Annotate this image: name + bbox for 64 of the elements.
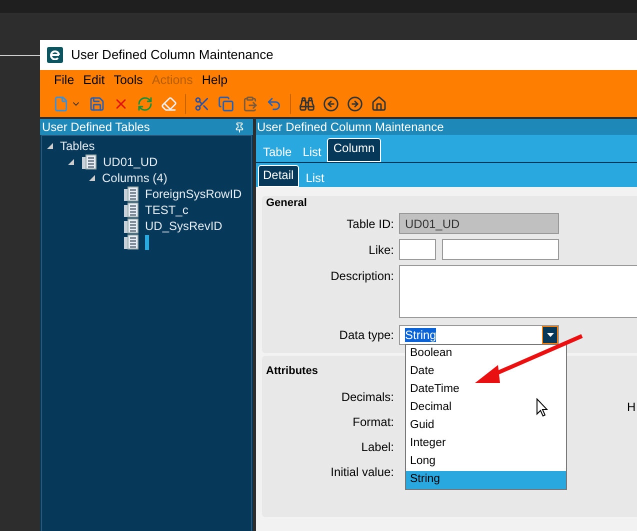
dropdown-button[interactable] bbox=[542, 326, 558, 344]
dropdown-option[interactable]: Boolean bbox=[406, 345, 566, 363]
field-label: Initial value: bbox=[330, 464, 395, 481]
paste-icon[interactable] bbox=[242, 96, 258, 112]
refresh-icon[interactable] bbox=[137, 96, 153, 112]
select-value: String bbox=[405, 328, 436, 342]
table-icon bbox=[123, 218, 139, 234]
tree-item[interactable]: Tables bbox=[60, 137, 95, 155]
binoculars-icon[interactable] bbox=[299, 96, 315, 112]
field-label: Label: bbox=[360, 439, 395, 456]
tree-edit-field[interactable] bbox=[145, 234, 149, 250]
menu-item[interactable]: Tools bbox=[114, 70, 143, 90]
field-label: Data type: bbox=[338, 327, 395, 344]
tab[interactable]: Column bbox=[327, 138, 381, 162]
field-label: Table ID: bbox=[346, 216, 395, 232]
panel-title: User Defined Tables bbox=[42, 119, 150, 136]
field-label: Like: bbox=[368, 242, 395, 258]
dropdown-option[interactable]: Long bbox=[406, 453, 566, 471]
field-label: Decimals: bbox=[340, 389, 395, 406]
dropdown-option[interactable]: Integer bbox=[406, 435, 566, 453]
undo-icon[interactable] bbox=[266, 96, 282, 112]
like-field[interactable] bbox=[399, 239, 436, 260]
mouse-cursor-icon bbox=[536, 398, 548, 417]
tree-item[interactable]: Columns (4) bbox=[102, 169, 168, 187]
field-label: Description: bbox=[330, 268, 395, 285]
window-title: User Defined Column Maintenance bbox=[71, 46, 274, 64]
copy-icon[interactable] bbox=[218, 96, 234, 112]
tree-item[interactable]: UD_SysRevID bbox=[145, 217, 222, 235]
forward-icon[interactable] bbox=[347, 96, 363, 112]
table-icon bbox=[123, 202, 139, 218]
tree-item[interactable]: TEST_c bbox=[145, 201, 188, 219]
expand-arrow-icon[interactable] bbox=[67, 158, 75, 166]
menu-item[interactable]: Help bbox=[202, 70, 228, 90]
description-field[interactable] bbox=[399, 265, 637, 318]
dropdown-option[interactable]: Decimal bbox=[406, 399, 566, 417]
app-logo-icon bbox=[47, 47, 63, 63]
table-icon bbox=[81, 154, 97, 170]
back-icon[interactable] bbox=[323, 96, 339, 112]
eraser-icon[interactable] bbox=[161, 96, 177, 112]
home-icon[interactable] bbox=[371, 96, 387, 112]
field-label: Format: bbox=[352, 414, 395, 431]
dropdown-option[interactable]: Date bbox=[406, 363, 566, 381]
tree-item[interactable]: UD01_UD bbox=[103, 153, 158, 171]
save-icon[interactable] bbox=[89, 96, 105, 112]
group-title: Attributes bbox=[266, 365, 318, 377]
menu-item[interactable]: File bbox=[54, 70, 74, 90]
dropdown-option[interactable]: Guid bbox=[406, 417, 566, 435]
menu-item[interactable]: Edit bbox=[83, 70, 105, 90]
expand-arrow-icon[interactable] bbox=[46, 142, 54, 150]
tree-item[interactable]: ForeignSysRowID bbox=[145, 185, 242, 203]
pin-icon[interactable] bbox=[234, 122, 245, 132]
caret-icon bbox=[546, 333, 554, 337]
dropdown-option[interactable]: DateTime bbox=[406, 381, 566, 399]
group-title: General bbox=[266, 197, 308, 210]
dropdown-option[interactable]: String bbox=[406, 471, 566, 489]
data-type-select[interactable]: String bbox=[399, 325, 559, 345]
table-icon bbox=[123, 234, 139, 250]
table-icon bbox=[123, 186, 139, 202]
expand-arrow-icon[interactable] bbox=[88, 174, 96, 182]
scissors-icon[interactable] bbox=[194, 96, 210, 112]
field-label: H bbox=[627, 399, 636, 416]
tab[interactable]: Detail bbox=[258, 165, 299, 187]
panel-title: User Defined Column Maintenance bbox=[257, 119, 444, 136]
like-description-field[interactable] bbox=[442, 239, 559, 260]
